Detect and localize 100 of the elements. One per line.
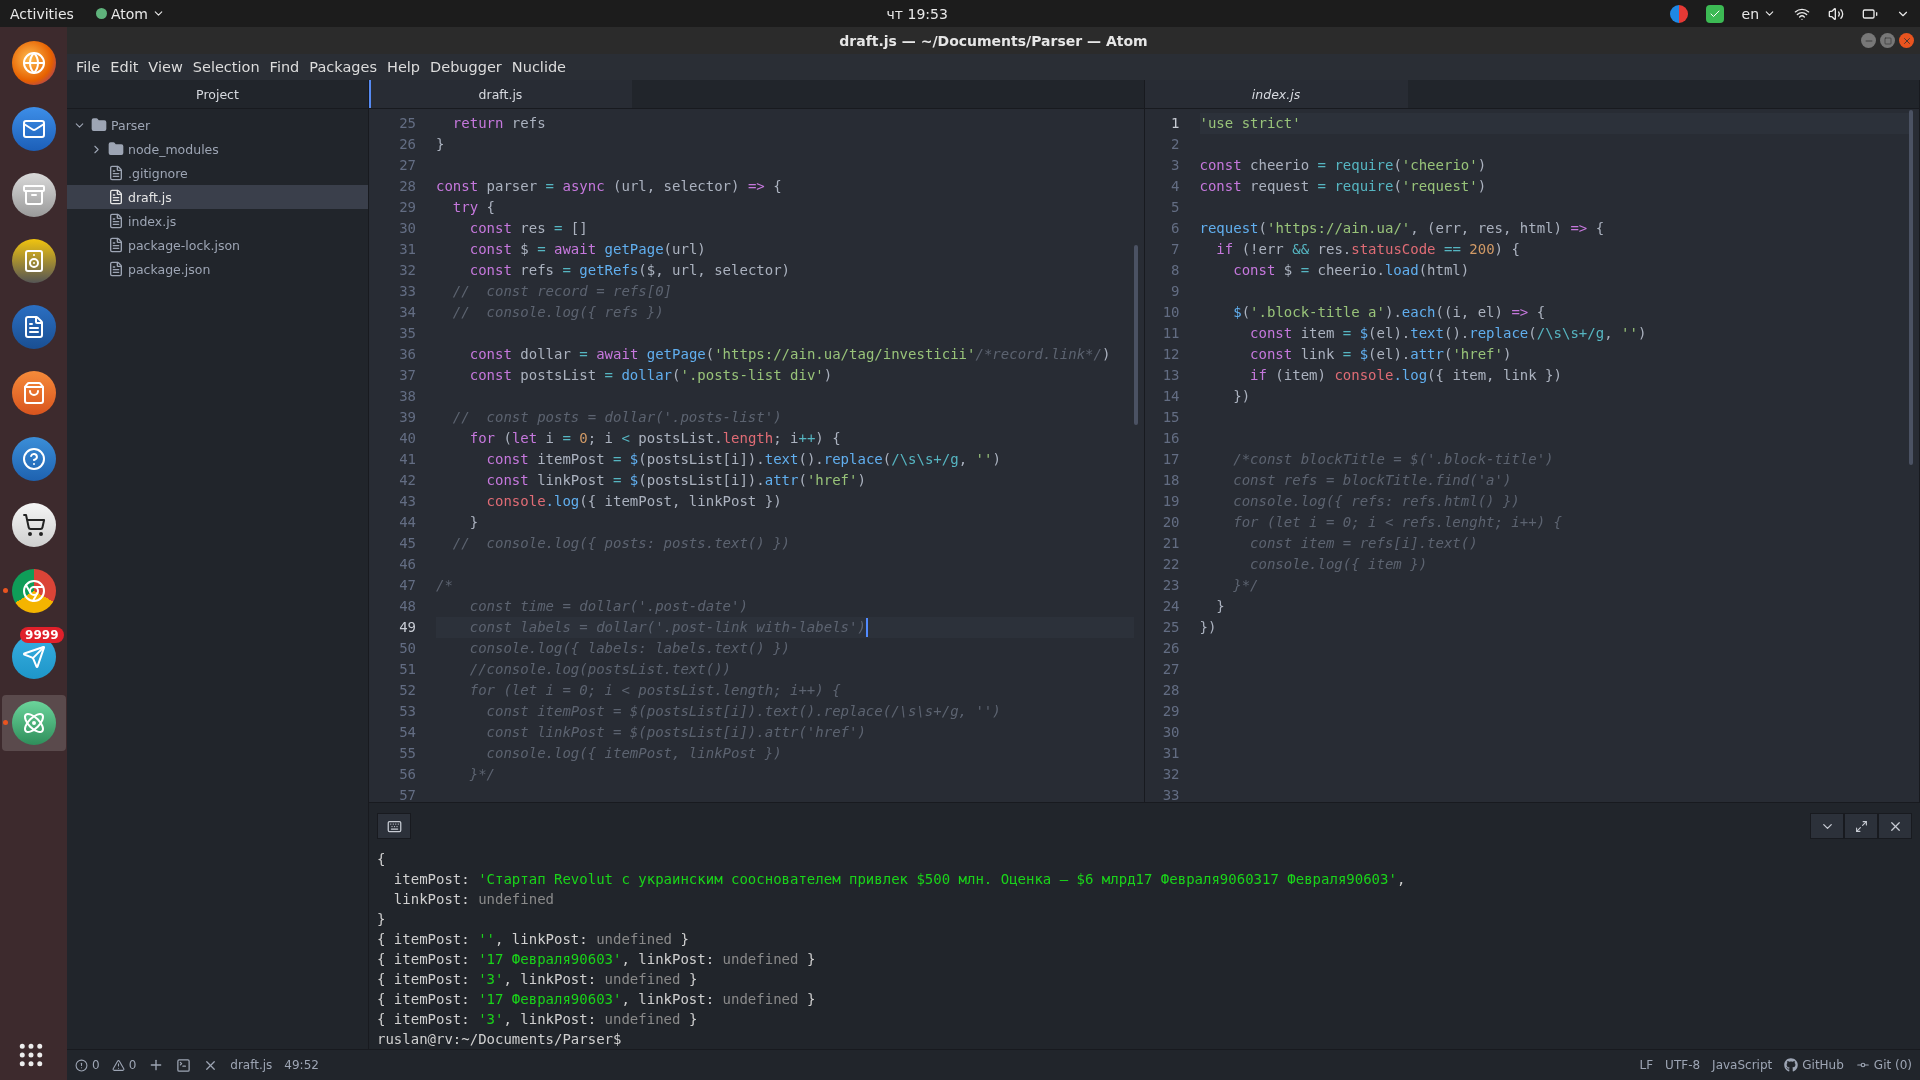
tree-item[interactable]: package-lock.json [67, 233, 368, 257]
line-number: 9 [1170, 282, 1181, 301]
file-icon [108, 237, 124, 253]
file-icon [108, 165, 124, 181]
code-line: if (!err && res.statusCode == 200) { [1215, 240, 1520, 259]
menu-item[interactable]: Packages [304, 59, 382, 75]
line-number: 3 [1170, 156, 1181, 175]
line-number: 55 [398, 744, 417, 763]
project-tab[interactable]: Project [67, 80, 368, 108]
line-number: 29 [398, 198, 417, 217]
line-number: 51 [398, 660, 417, 679]
line-number: 50 [398, 639, 417, 658]
code-line: } [1215, 597, 1225, 616]
scrollbar-thumb[interactable] [1133, 245, 1138, 425]
line-number: 21 [1161, 534, 1181, 553]
code-line: const linkPost = $(postsList[i]).attr('href') [485, 471, 866, 490]
line-number: 37 [398, 366, 417, 385]
github-link[interactable]: GitHub [1802, 1058, 1844, 1072]
grammar[interactable]: JavaScript [1712, 1058, 1773, 1072]
line-number: 33 [1161, 786, 1181, 802]
tree-item[interactable]: draft.js [67, 185, 368, 209]
line-number: 19 [1161, 492, 1181, 511]
scrollbar-thumb[interactable] [1909, 110, 1913, 465]
round-browser-icon [11, 569, 56, 613]
line-number: 28 [1161, 681, 1181, 700]
error-icon[interactable] [75, 1058, 88, 1072]
cursor-position[interactable]: 49:52 [284, 1058, 319, 1072]
tree-item[interactable]: index.js [67, 209, 368, 233]
warning-icon[interactable] [111, 1058, 125, 1072]
file-tab[interactable]: index.js [1144, 80, 1408, 108]
code-line: /*const blockTitle = $('.block-title') [1232, 450, 1554, 469]
code-line: try { [451, 198, 495, 217]
maximize-button[interactable] [1844, 813, 1878, 839]
menu-item[interactable]: Debugger [425, 59, 507, 75]
dock-item[interactable]: 9999 [1, 629, 66, 685]
code-line: console.log({ itemPost, linkPost }) [485, 492, 782, 511]
tray-app-icon[interactable] [1669, 4, 1688, 23]
menu-item[interactable]: Edit [105, 59, 144, 75]
warning-count[interactable]: 0 [128, 1058, 137, 1072]
code-line: console.log({ item }) [1249, 555, 1428, 574]
file-icon [108, 213, 124, 229]
encoding[interactable]: UTF-8 [1665, 1058, 1701, 1072]
mail-icon [11, 107, 56, 151]
line-number: 5 [1170, 198, 1181, 217]
git-status[interactable]: Git (0) [1873, 1058, 1912, 1072]
line-number: 44 [398, 513, 417, 532]
line-number: 45 [398, 534, 417, 553]
line-number: 25 [1161, 618, 1181, 637]
terminal-icon[interactable] [176, 1057, 192, 1073]
line-number: 24 [1161, 597, 1181, 616]
menu-item[interactable]: Find [264, 59, 305, 75]
code-line: const cheerio = require('cheerio') [1199, 156, 1487, 175]
tree-item[interactable]: Parser [67, 113, 368, 137]
browser-icon [11, 41, 56, 85]
code-line: const item = refs[i].text() [1249, 534, 1478, 553]
app-menu[interactable]: Atom [95, 5, 165, 22]
keyboard-button[interactable] [377, 813, 411, 839]
close-icon [1901, 35, 1912, 46]
line-number: 26 [398, 135, 417, 154]
speaker-icon [11, 239, 56, 283]
file-name[interactable]: draft.js [230, 1058, 273, 1072]
error-count[interactable]: 0 [92, 1058, 100, 1072]
window-title: draft.js — ~/Documents/Parser — Atom [839, 32, 1148, 49]
document-icon [11, 305, 56, 349]
file-tab[interactable]: draft.js [369, 80, 632, 108]
code-line: // console.log({ refs }) [451, 303, 664, 322]
volume-icon[interactable] [1828, 5, 1844, 22]
menu-item[interactable]: Nuclide [506, 59, 572, 75]
tree-item[interactable]: package.json [67, 257, 368, 281]
code-line: }*/ [1232, 576, 1259, 595]
menu-item[interactable]: Selection [187, 59, 265, 75]
line-number: 27 [1161, 660, 1181, 679]
check-icon[interactable] [1705, 4, 1724, 23]
close-button[interactable] [1899, 33, 1914, 48]
code-line: // console.log({ posts: posts.text() }) [451, 534, 790, 553]
close-button[interactable] [1878, 813, 1912, 839]
menu-item[interactable]: Help [382, 59, 426, 75]
terminal-line: } [377, 910, 387, 929]
menu-item[interactable]: File [71, 59, 106, 75]
code-line: } [436, 135, 445, 154]
line-number: 10 [1161, 303, 1181, 322]
octocat-icon[interactable] [1784, 1058, 1799, 1072]
code-line: }) [1199, 618, 1217, 637]
dock-item[interactable] [1, 695, 66, 751]
terminal-line: { [377, 850, 387, 869]
code-line: const item = $(el).text().replace(/\s\s+/g, '') [1249, 324, 1647, 343]
line-ending[interactable]: LF [1639, 1058, 1654, 1072]
line-number: 29 [1161, 702, 1181, 721]
language-menu[interactable]: en [1741, 5, 1776, 22]
menu-item[interactable]: View [143, 59, 188, 75]
terminal-line: itemPost: 'Стартап Revolut с украинским сооснователем привлек $500 млн. Оценка — $6 млрд17 Февраля9060317 Февраля90603', [392, 870, 1407, 889]
tree-item[interactable]: node_modules [67, 137, 368, 161]
code-line: } [468, 513, 479, 532]
line-number: 43 [398, 492, 417, 511]
tree-item[interactable]: .gitignore [67, 161, 368, 185]
code-line: // const record = refs[0] [451, 282, 672, 301]
minimize-button[interactable] [1861, 33, 1876, 48]
activities-button[interactable]: Activities [10, 5, 74, 22]
clock[interactable]: чт 19:53 [886, 5, 948, 22]
square-icon [1883, 36, 1892, 45]
